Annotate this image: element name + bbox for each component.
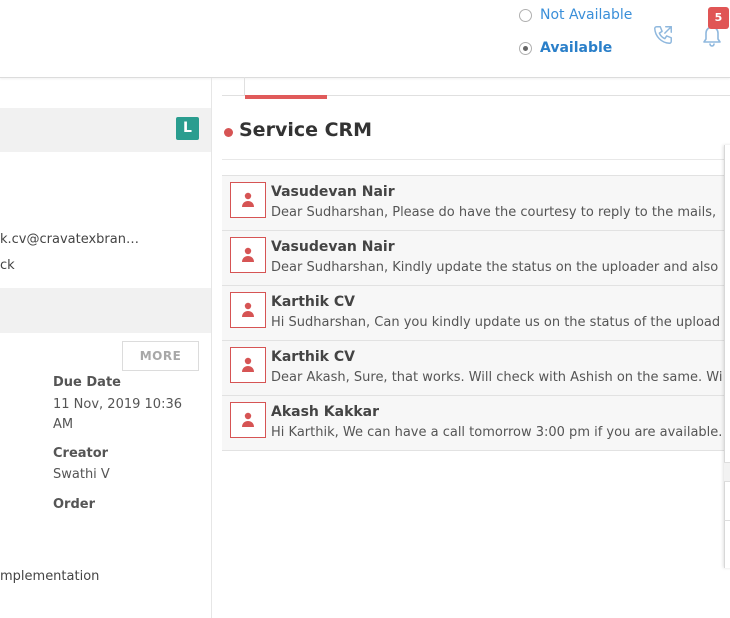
message-item[interactable]: Vasudevan Nair Dear Sudharshan, Kindly u… (222, 230, 730, 285)
order-label: Order (53, 497, 95, 512)
top-header: Not Available Available 5 (0, 0, 730, 78)
message-list: Vasudevan Nair Dear Sudharshan, Please d… (222, 175, 730, 451)
notification-count-badge[interactable]: 5 (708, 7, 729, 29)
side-popover (724, 145, 730, 568)
radio-unchecked-icon[interactable] (519, 8, 532, 22)
avatar (230, 292, 266, 328)
user-avatar-icon (242, 302, 254, 317)
user-avatar-icon (242, 247, 254, 262)
user-avatar-icon (242, 412, 254, 427)
status-label-not-available: Not Available (540, 7, 633, 23)
message-item[interactable]: Akash Kakkar Hi Karthik, We can have a c… (222, 395, 730, 451)
creator-label: Creator (53, 446, 109, 461)
lead-badge: L (176, 117, 199, 140)
message-preview: Dear Sudharshan, Kindly update the statu… (271, 260, 719, 275)
creator-value: Swathi V (53, 467, 110, 482)
phone-icon[interactable] (652, 24, 674, 46)
status-label-available: Available (540, 40, 613, 56)
message-sender: Vasudevan Nair (271, 184, 395, 200)
due-date-value: 11 Nov, 2019 10:36 AM (53, 397, 182, 432)
left-panel-band (0, 288, 211, 333)
implementation-text: mplementation (0, 569, 100, 584)
message-sender: Akash Kakkar (271, 404, 380, 420)
status-option-available[interactable]: Available (519, 40, 612, 56)
contact-text-fragment: ck (0, 258, 15, 273)
message-sender: Karthik CV (271, 294, 355, 310)
user-avatar-icon (242, 192, 254, 207)
message-item[interactable]: Karthik CV Dear Akash, Sure, that works.… (222, 340, 730, 395)
user-avatar-icon (242, 357, 254, 372)
popover-control[interactable] (724, 462, 730, 482)
section-title: Service CRM (239, 119, 373, 141)
avatar (230, 237, 266, 273)
avatar (230, 182, 266, 218)
section-divider (222, 159, 730, 160)
popover-divider (724, 520, 730, 521)
message-preview: Hi Karthik, We can have a call tomorrow … (271, 425, 723, 440)
more-button[interactable]: MORE (122, 341, 199, 371)
tab-divider (244, 77, 245, 95)
radio-checked-icon[interactable] (519, 41, 532, 55)
tab-strip (222, 77, 730, 96)
message-sender: Karthik CV (271, 349, 355, 365)
section-status-dot (224, 128, 233, 137)
active-tab-indicator[interactable] (245, 95, 327, 99)
due-date-label: Due Date (53, 375, 121, 390)
message-sender: Vasudevan Nair (271, 239, 395, 255)
avatar (230, 347, 266, 383)
avatar (230, 402, 266, 438)
message-preview: Dear Akash, Sure, that works. Will check… (271, 370, 723, 385)
message-item[interactable]: Vasudevan Nair Dear Sudharshan, Please d… (222, 175, 730, 230)
message-item[interactable]: Karthik CV Hi Sudharshan, Can you kindly… (222, 285, 730, 340)
message-preview: Dear Sudharshan, Please do have the cour… (271, 205, 717, 220)
contact-email[interactable]: k.cv@cravatexbran… (0, 232, 139, 247)
status-option-not-available[interactable]: Not Available (519, 7, 632, 23)
message-preview: Hi Sudharshan, Can you kindly update us … (271, 315, 721, 330)
